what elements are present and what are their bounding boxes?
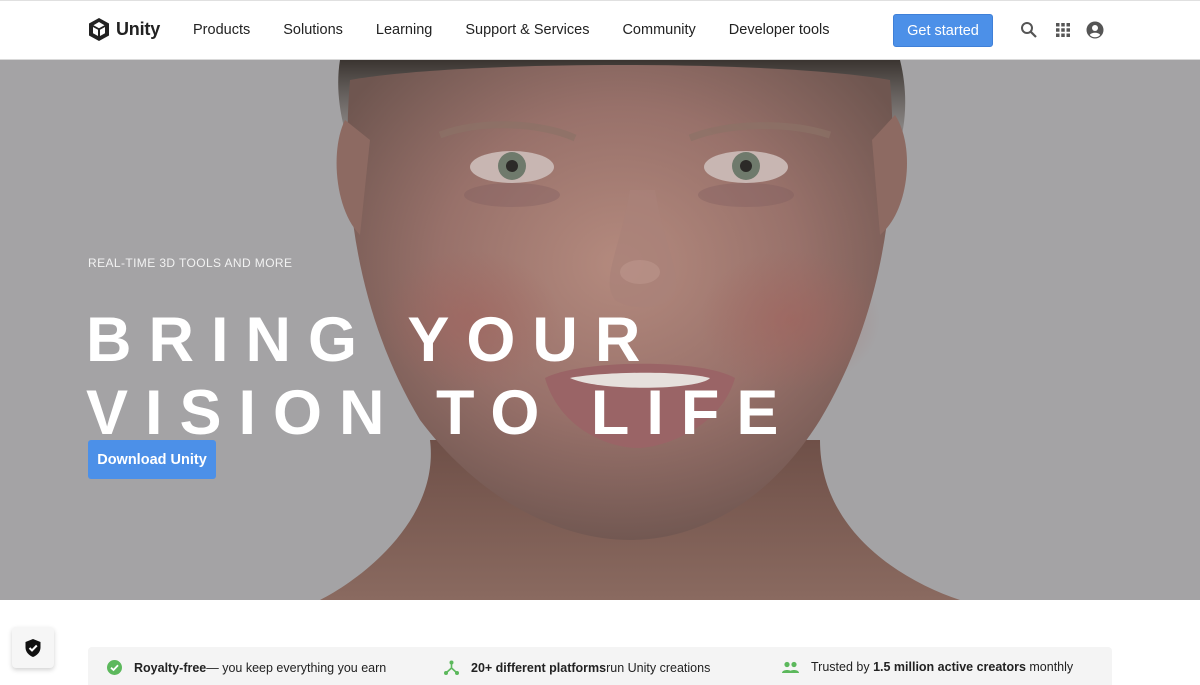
search-icon[interactable] xyxy=(1020,21,1038,39)
logo-text: Unity xyxy=(116,19,161,39)
feature-trusted: Trusted by 1.5 million active creators m… xyxy=(782,660,1073,674)
nav-solutions[interactable]: Solutions xyxy=(283,22,343,38)
unity-logo[interactable]: Unity xyxy=(87,17,160,42)
feature-bold: Royalty-free xyxy=(134,660,207,675)
check-circle-icon xyxy=(107,660,122,675)
account-icon[interactable] xyxy=(1086,21,1104,39)
hero-headline: BRING YOUR VISION TO LIFE xyxy=(86,304,795,450)
main-nav: Products Solutions Learning Support & Se… xyxy=(193,1,863,59)
unity-cube-icon xyxy=(89,18,109,41)
apps-grid-icon[interactable] xyxy=(1054,21,1072,39)
get-started-button[interactable]: Get started xyxy=(893,14,993,47)
site-header: Unity Products Solutions Learning Suppor… xyxy=(0,0,1200,60)
feature-platforms: 20+ different platforms run Unity creati… xyxy=(444,660,710,675)
nav-learning[interactable]: Learning xyxy=(376,22,432,38)
hero-headline-line1: BRING YOUR xyxy=(86,305,658,375)
feature-bold: 1.5 million active creators xyxy=(873,660,1026,674)
feature-royalty-free: Royalty-free — you keep everything you e… xyxy=(107,660,386,675)
hero-section: REAL-TIME 3D TOOLS AND MORE BRING YOUR V… xyxy=(0,60,1200,600)
feature-text: run Unity creations xyxy=(606,660,711,675)
nav-support-services[interactable]: Support & Services xyxy=(465,22,589,38)
feature-bold: 20+ different platforms xyxy=(471,660,607,675)
people-icon xyxy=(782,661,799,673)
features-bar: Royalty-free — you keep everything you e… xyxy=(88,647,1112,685)
hero-eyebrow: REAL-TIME 3D TOOLS AND MORE xyxy=(88,256,293,270)
feature-text: monthly xyxy=(1025,660,1074,674)
nav-community[interactable]: Community xyxy=(622,22,695,38)
nav-developer-tools[interactable]: Developer tools xyxy=(729,22,830,38)
feature-prefix: Trusted by xyxy=(811,660,874,674)
privacy-settings-button[interactable] xyxy=(12,627,54,668)
feature-text: — you keep everything you earn xyxy=(206,660,387,675)
shield-check-icon xyxy=(25,638,41,657)
nav-products[interactable]: Products xyxy=(193,22,250,38)
download-unity-button[interactable]: Download Unity xyxy=(88,440,216,479)
platforms-icon xyxy=(444,660,459,675)
